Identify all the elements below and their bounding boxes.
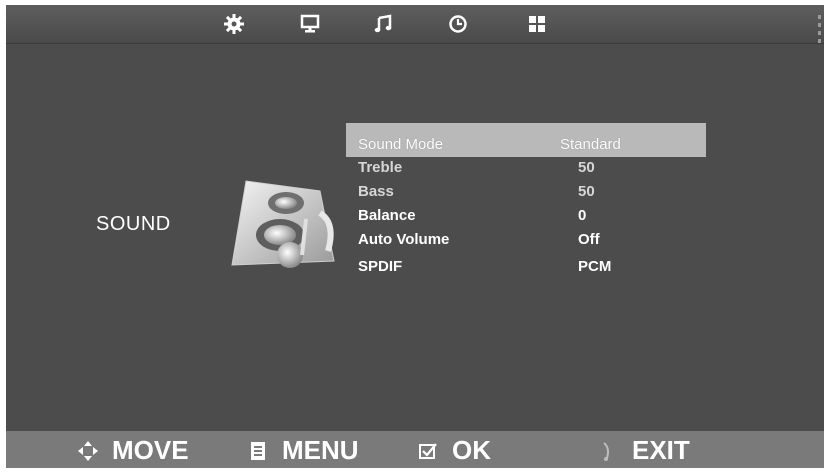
menu-item-value: Standard	[560, 136, 621, 153]
menu-item-label: SPDIF	[358, 258, 403, 275]
ok-hint[interactable]: OK	[416, 435, 491, 466]
tv-osd-screen: SOUND Sound Mode Standard Treble 50 Bass…	[6, 5, 824, 468]
grid-icon[interactable]	[524, 11, 550, 37]
menu-item-value: 0	[578, 207, 587, 224]
menu-item-auto-volume[interactable]: Auto Volume Off	[346, 229, 706, 253]
menu-item-treble[interactable]: Treble 50	[346, 157, 706, 181]
gear-icon[interactable]	[221, 11, 247, 37]
menu-hint[interactable]: MENU	[246, 435, 359, 466]
key-hint-bar: MOVE MENU OK EXIT	[6, 431, 824, 468]
sound-menu: Sound Mode Standard Treble 50 Bass 50 Ba…	[346, 123, 706, 282]
clock-icon[interactable]	[445, 11, 471, 37]
menu-item-value: 50	[578, 159, 595, 176]
edge-marker	[818, 15, 821, 43]
ok-label: OK	[452, 435, 491, 465]
menu-item-spdif[interactable]: SPDIF PCM	[346, 256, 706, 282]
move-label: MOVE	[112, 435, 189, 465]
menu-item-sound-mode[interactable]: Sound Mode Standard	[346, 123, 706, 157]
menu-item-label: Sound Mode	[358, 136, 444, 153]
top-menu-bar	[6, 5, 824, 44]
music-note-icon[interactable]	[370, 11, 396, 37]
move-hint[interactable]: MOVE	[76, 435, 189, 466]
menu-item-value: 50	[578, 183, 595, 200]
menu-item-label: Treble	[358, 159, 403, 176]
menu-icon	[246, 439, 270, 463]
menu-item-label: Bass	[358, 183, 394, 200]
menu-item-bass[interactable]: Bass 50	[346, 181, 706, 205]
exit-label: EXIT	[632, 435, 690, 465]
directional-arrows-icon	[76, 439, 100, 463]
exit-hint[interactable]: EXIT	[596, 435, 690, 466]
checkbox-icon	[416, 439, 440, 463]
menu-item-value: PCM	[578, 258, 612, 275]
exit-icon	[596, 439, 620, 463]
menu-item-balance[interactable]: Balance 0	[346, 205, 706, 229]
menu-item-label: Auto Volume	[358, 231, 450, 248]
monitor-icon[interactable]	[297, 11, 323, 37]
menu-item-value: Off	[578, 231, 600, 248]
speaker-icon	[228, 173, 346, 275]
section-title: SOUND	[96, 213, 171, 235]
menu-item-label: Balance	[358, 207, 416, 224]
menu-label: MENU	[282, 435, 359, 465]
